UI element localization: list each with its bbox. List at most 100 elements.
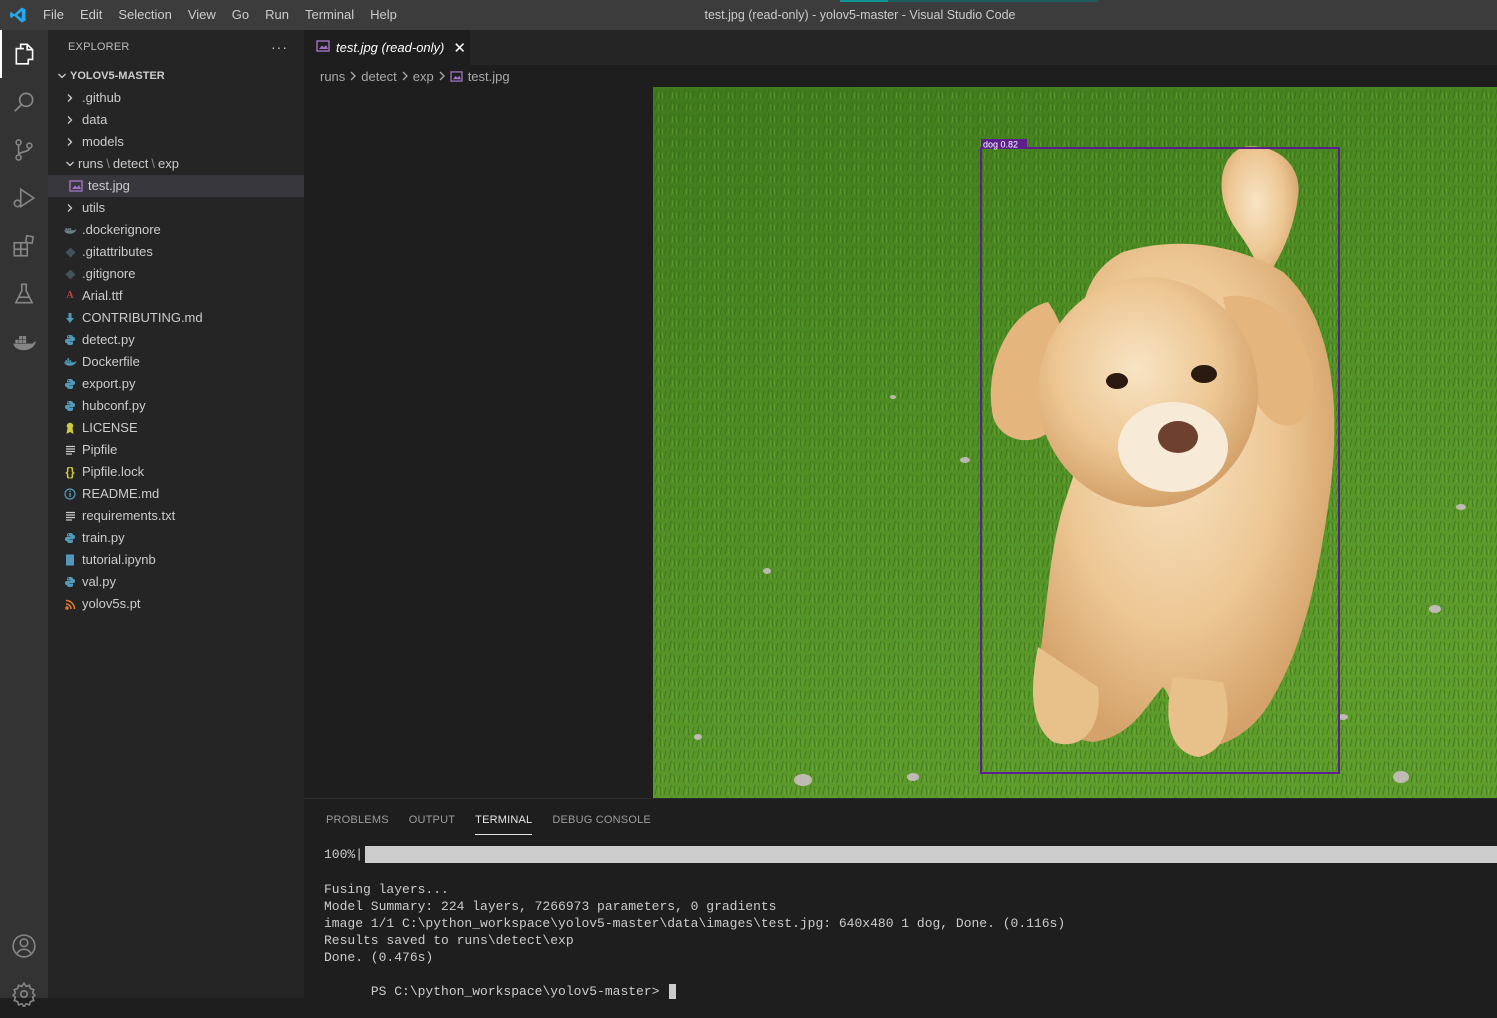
activity-bar: [0, 30, 48, 1007]
progress-fill: [365, 846, 1497, 863]
terminal-line: Done. (0.476s): [324, 950, 434, 965]
breadcrumb-item[interactable]: runs: [320, 69, 345, 84]
font-file-icon: A: [66, 290, 74, 301]
breadcrumb-item[interactable]: detect: [361, 69, 396, 84]
terminal-cursor: [669, 984, 677, 1000]
terminal-prompt-line[interactable]: PS C:\python_workspace\yolov5-master>: [324, 966, 1497, 1000]
git-icon: [62, 266, 78, 282]
account-icon[interactable]: [0, 922, 48, 970]
tree-file[interactable]: detect.py: [48, 329, 304, 351]
tree-item-label: .gitignore: [82, 266, 136, 281]
tree-file[interactable]: .gitattributes: [48, 241, 304, 263]
more-actions-icon[interactable]: ···: [271, 30, 288, 65]
chevron-down-icon: [54, 71, 70, 81]
tree-item-label: utils: [82, 200, 106, 215]
breadcrumb-item[interactable]: exp: [413, 69, 434, 84]
tree-file[interactable]: A Arial.ttf: [48, 285, 304, 307]
tree-item-label: requirements.txt: [82, 508, 176, 523]
image-preview[interactable]: dog 0.82: [653, 87, 1497, 798]
explorer-icon[interactable]: [0, 30, 48, 78]
tab-terminal[interactable]: TERMINAL: [475, 814, 533, 835]
settings-gear-icon[interactable]: [0, 970, 48, 1018]
chevron-right-icon: [62, 115, 78, 125]
tree-file[interactable]: .dockerignore: [48, 219, 304, 241]
terminal-line: image 1/1 C:\python_workspace\yolov5-mas…: [324, 916, 1066, 931]
chevron-right-icon: [62, 203, 78, 213]
chevron-right-icon: [62, 137, 78, 147]
chevron-right-icon: [62, 93, 78, 103]
tree-file[interactable]: CONTRIBUTING.md: [48, 307, 304, 329]
terminal-output[interactable]: 100%| Fusing layers... Model Summary: 224…: [324, 845, 1497, 1000]
tree-folder[interactable]: utils: [48, 197, 304, 219]
tree-folder[interactable]: data: [48, 109, 304, 131]
git-icon: [62, 244, 78, 260]
chevron-right-icon: [349, 69, 357, 84]
testing-icon[interactable]: [0, 270, 48, 318]
text-file-icon: [62, 508, 78, 524]
terminal-line: Results saved to runs\detect\exp: [324, 933, 574, 948]
explorer-sidebar: EXPLORER ··· YOLOV5-MASTER .github data mo…: [48, 30, 304, 998]
tab-problems[interactable]: PROBLEMS: [326, 814, 389, 835]
title-bar: File Edit Selection View Go Run Terminal Help t…: [0, 0, 1497, 30]
editor-tab-bar: test.jpg (read-only) ✕: [304, 30, 1497, 65]
tree-file[interactable]: LICENSE: [48, 417, 304, 439]
compact-folder-label[interactable]: runs: [78, 153, 103, 175]
tree-item-label: Pipfile.lock: [82, 464, 145, 479]
python-file-icon: [62, 530, 78, 546]
detection-image: dog 0.82: [653, 87, 1497, 798]
compact-folder-label[interactable]: exp: [158, 153, 179, 175]
tree-item-label: hubconf.py: [82, 398, 146, 413]
terminal-prompt: PS C:\python_workspace\yolov5-master>: [370, 984, 668, 999]
window-title: test.jpg (read-only) - yolov5-master - V…: [704, 8, 1016, 22]
tree-folder[interactable]: models: [48, 131, 304, 153]
tree-item-label: .gitattributes: [82, 244, 153, 259]
breadcrumb-item[interactable]: test.jpg: [468, 69, 510, 84]
tree-file[interactable]: tutorial.ipynb: [48, 549, 304, 571]
tab-test-jpg[interactable]: test.jpg (read-only) ✕: [304, 30, 470, 65]
tree-folder[interactable]: .github: [48, 87, 304, 109]
json-braces-icon: {}: [65, 465, 75, 479]
root-folder[interactable]: YOLOV5-MASTER: [48, 65, 304, 87]
tree-file[interactable]: yolov5s.pt: [48, 593, 304, 615]
extensions-icon[interactable]: [0, 222, 48, 270]
chevron-right-icon: [438, 69, 446, 84]
tree-item-label: tutorial.ipynb: [82, 552, 156, 567]
docker-icon[interactable]: [0, 318, 48, 366]
tab-output[interactable]: OUTPUT: [409, 814, 455, 835]
info-icon: [62, 486, 78, 502]
image-file-icon: [450, 70, 463, 82]
breadcrumb: runs detect exp test.jpg: [304, 65, 1497, 87]
tree-item-label: .dockerignore: [82, 222, 161, 237]
tree-file[interactable]: {} Pipfile.lock: [48, 461, 304, 483]
tree-item-label: Arial.ttf: [82, 288, 123, 303]
terminal-line: Model Summary: 224 layers, 7266973 param…: [324, 899, 777, 914]
search-icon[interactable]: [0, 78, 48, 126]
tab-debug-console[interactable]: DEBUG CONSOLE: [552, 814, 651, 835]
compact-folder-label[interactable]: detect: [113, 153, 148, 175]
tree-file[interactable]: export.py: [48, 373, 304, 395]
tree-file[interactable]: test.jpg: [48, 175, 304, 197]
progress-row: 100%|: [324, 845, 1497, 864]
close-icon[interactable]: ✕: [453, 39, 466, 57]
tree-file[interactable]: Dockerfile: [48, 351, 304, 373]
terminal-lines: Fusing layers... Model Summary: 224 layer…: [324, 881, 1497, 966]
tree-file[interactable]: hubconf.py: [48, 395, 304, 417]
tree-item-label: CONTRIBUTING.md: [82, 310, 203, 325]
python-file-icon: [62, 398, 78, 414]
tree-file[interactable]: Pipfile: [48, 439, 304, 461]
tree-folder-compact[interactable]: runs \ detect \ exp: [48, 153, 304, 175]
rss-icon: [62, 596, 78, 612]
tree-item-label: test.jpg: [88, 178, 130, 193]
source-control-icon[interactable]: [0, 126, 48, 174]
tree-file[interactable]: requirements.txt: [48, 505, 304, 527]
tree-file[interactable]: .gitignore: [48, 263, 304, 285]
python-file-icon: [62, 332, 78, 348]
tree-file[interactable]: train.py: [48, 527, 304, 549]
notebook-icon: [62, 552, 78, 568]
path-separator: \: [106, 156, 110, 171]
tree-item-label: yolov5s.pt: [82, 596, 141, 611]
tree-file[interactable]: val.py: [48, 571, 304, 593]
run-debug-icon[interactable]: [0, 174, 48, 222]
progress-label: 100%|: [324, 847, 364, 862]
tree-file[interactable]: README.md: [48, 483, 304, 505]
